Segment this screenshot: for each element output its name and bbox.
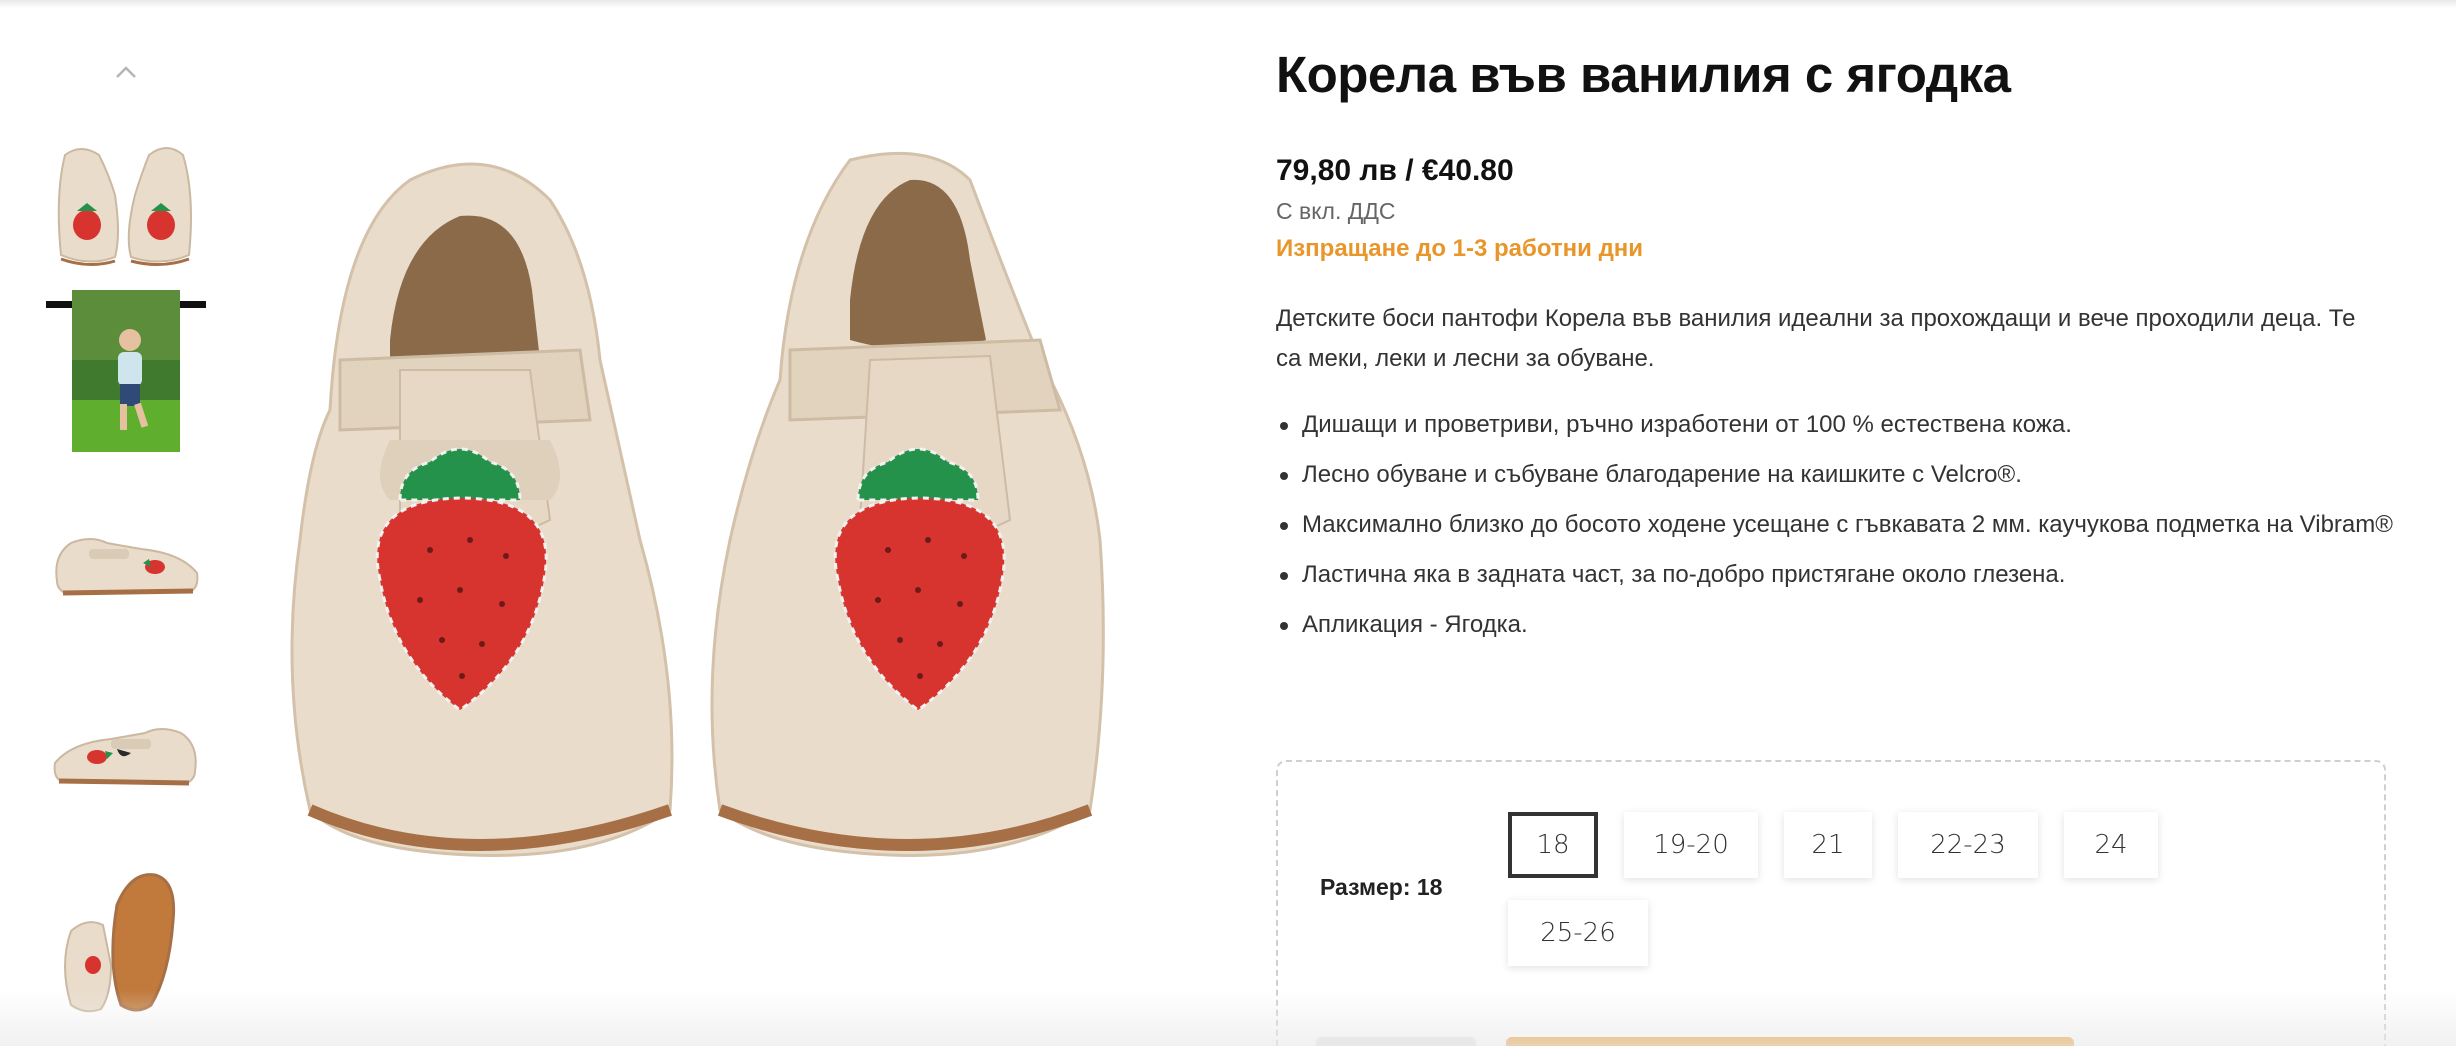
size-option-21[interactable]: 21 bbox=[1784, 812, 1872, 878]
feature-item: Дишащи и проветриви, ръчно изработени от… bbox=[1276, 405, 2396, 445]
size-option-24[interactable]: 24 bbox=[2064, 812, 2158, 878]
feature-item: Максимално близко до босото ходене усеща… bbox=[1276, 505, 2396, 545]
product-info: Корела във ванилия с ягодка 79,80 лв / €… bbox=[1276, 40, 2396, 655]
size-label: Размер: 18 bbox=[1320, 874, 1443, 900]
left-shoe-illustration bbox=[290, 162, 674, 857]
quantity-field-edge[interactable] bbox=[1316, 1037, 1476, 1046]
thumbnail-sole-view[interactable] bbox=[46, 860, 206, 1020]
shipping-note: Изпращане до 1-3 работни дни bbox=[1276, 235, 1644, 262]
product-description: Детските боси пантофи Корела във ванилия… bbox=[1276, 305, 2356, 372]
size-selector: Размер: 18 18 19-20 21 22-23 24 25-26 bbox=[1276, 760, 2386, 1046]
size-option-19-20[interactable]: 19-20 bbox=[1624, 812, 1758, 878]
chevron-up-icon[interactable] bbox=[108, 54, 144, 90]
size-option-18[interactable]: 18 bbox=[1508, 812, 1598, 878]
product-title: Корела във ванилия с ягодка bbox=[1276, 46, 2011, 103]
add-to-cart-button-edge[interactable] bbox=[1506, 1037, 2074, 1046]
size-option-25-26[interactable]: 25-26 bbox=[1508, 900, 1648, 966]
feature-list: Дишащи и проветриви, ръчно изработени от… bbox=[1276, 405, 2396, 645]
thumbnail-side-right[interactable] bbox=[46, 690, 206, 810]
feature-item: Лесно обуване и събуване благодарение на… bbox=[1276, 455, 2396, 495]
feature-item: Апликация - Ягодка. bbox=[1276, 605, 2396, 645]
thumbnail-child-walking[interactable] bbox=[46, 288, 206, 454]
header-divider bbox=[0, 0, 2456, 8]
product-price: 79,80 лв / €40.80 bbox=[1276, 154, 1514, 187]
thumbnail-pair-front[interactable] bbox=[46, 116, 206, 308]
vat-note: С вкл. ДДС bbox=[1276, 198, 1396, 224]
feature-item: Ластична яка в задната част, за по-добро… bbox=[1276, 555, 2396, 595]
right-shoe-illustration bbox=[710, 151, 1105, 857]
thumbnail-gallery bbox=[40, 40, 212, 1046]
main-product-image[interactable] bbox=[270, 120, 1130, 900]
size-option-22-23[interactable]: 22-23 bbox=[1898, 812, 2038, 878]
thumbnail-side-left[interactable] bbox=[46, 500, 206, 620]
